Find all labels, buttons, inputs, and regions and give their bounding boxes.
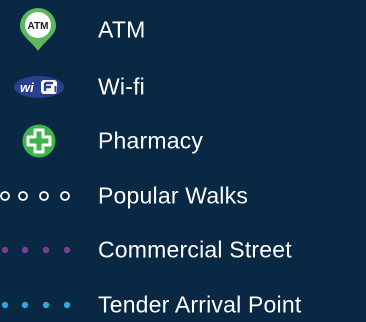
legend-label-atm: ATM — [98, 16, 146, 43]
blue-dots-icon — [1, 301, 71, 309]
wifi-icon: wi — [14, 76, 64, 98]
legend-label-tender-arrival-point: Tender Arrival Point — [98, 291, 302, 318]
legend-item-wifi: wi Wi-fi — [0, 67, 366, 107]
legend-label-commercial-street: Commercial Street — [98, 236, 292, 263]
legend-item-pharmacy: Pharmacy — [0, 121, 366, 161]
legend-label-wifi: Wi-fi — [98, 73, 145, 100]
legend-label-popular-walks: Popular Walks — [98, 182, 249, 209]
map-legend: ATM ATM wi Wi-fi Pharmacy Popular Walks — [0, 0, 366, 322]
purple-dots-icon — [1, 246, 71, 254]
pharmacy-cross-icon — [22, 124, 56, 158]
legend-label-pharmacy: Pharmacy — [98, 127, 204, 154]
wifi-icon-text: wi — [20, 80, 34, 95]
atm-icon-text: ATM — [28, 21, 49, 32]
legend-item-popular-walks: Popular Walks — [0, 176, 366, 216]
legend-item-atm: ATM ATM — [0, 8, 366, 51]
legend-item-tender-arrival-point: Tender Arrival Point — [0, 285, 366, 322]
legend-item-commercial-street: Commercial Street — [0, 230, 366, 270]
atm-pin-icon: ATM — [20, 8, 56, 51]
hollow-dots-icon — [0, 191, 70, 201]
